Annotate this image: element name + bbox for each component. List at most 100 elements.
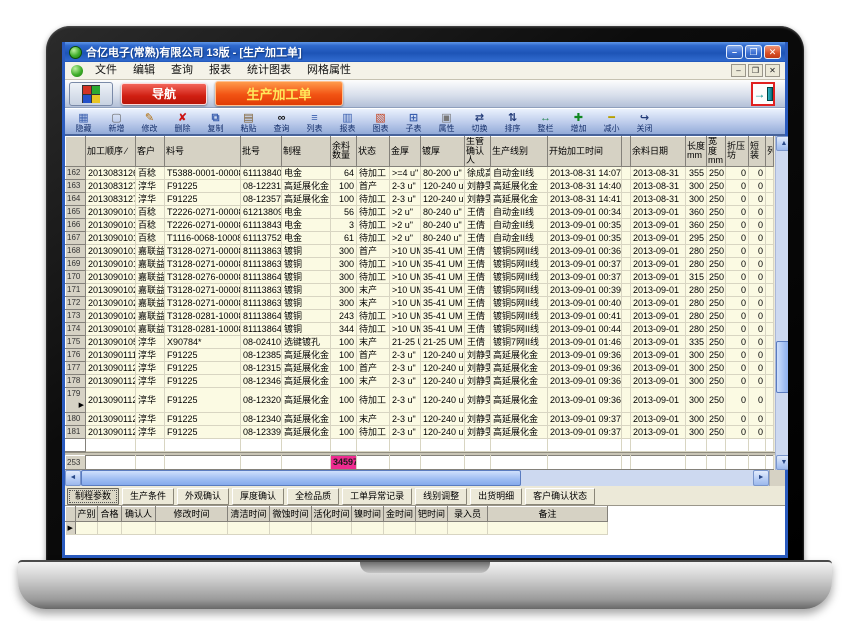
cell-start-time[interactable]: 2013-09-01 00:37:13 xyxy=(548,257,622,270)
cell-status[interactable]: 待加工 xyxy=(357,425,390,438)
cell-date[interactable]: 2013-09-01 xyxy=(631,425,686,438)
table-row[interactable]: 181 20130901126 淳华 F91225 08-12339 高延展化金… xyxy=(66,425,774,438)
toolbar-button[interactable]: ✘ 删除 xyxy=(166,110,199,136)
cell-lot-no[interactable]: 8111386324 xyxy=(241,296,282,309)
cell-plating-thickness[interactable]: 21-25 UM xyxy=(421,335,465,348)
cell-cut[interactable] xyxy=(766,335,774,348)
cell-short[interactable]: 0 xyxy=(749,335,766,348)
row-number-cell[interactable]: 170 xyxy=(66,270,86,283)
cell-fold[interactable]: 0 xyxy=(726,244,749,257)
cell-process[interactable]: 镀铜 xyxy=(282,283,331,296)
cell-qty[interactable]: 100 xyxy=(331,335,357,348)
cell-width[interactable]: 250 xyxy=(707,283,726,296)
cell-line[interactable]: 镀铜5网II线 xyxy=(491,257,548,270)
cell-lot-no[interactable]: 8111386486 xyxy=(241,322,282,335)
cell-short[interactable]: 0 xyxy=(749,218,766,231)
cell-gold-thickness[interactable]: >10 UM xyxy=(390,244,421,257)
detail-tab[interactable]: 线别调整 xyxy=(415,488,467,505)
cell-plating-thickness[interactable]: 35-41 UM xyxy=(421,296,465,309)
toolbar-button[interactable]: ━ 减小 xyxy=(595,110,628,136)
cell-hidden[interactable] xyxy=(622,179,631,192)
table-row[interactable]: 163 20130831278 淳华 F91225 08-12231 高延展化金… xyxy=(66,179,774,192)
cell-gold-thickness[interactable]: 2-3 u" xyxy=(390,374,421,387)
toolbar-button[interactable]: ▤ 粘贴 xyxy=(232,110,265,136)
detail-tab[interactable]: 出货明细 xyxy=(470,488,522,505)
toolbar-button[interactable]: ∞ 查询 xyxy=(265,110,298,136)
cell-confirmer[interactable]: 刘静雯 xyxy=(465,179,491,192)
cell-lot-no[interactable]: 8111386325 xyxy=(241,244,282,257)
cell-start-time[interactable]: 2013-09-01 09:37:19 xyxy=(548,412,622,425)
column-header[interactable]: 生产线别 xyxy=(491,137,548,167)
cell-lot-no[interactable]: 6121380926 xyxy=(241,205,282,218)
cell-status[interactable]: 待加工 xyxy=(357,192,390,205)
cell-qty[interactable]: 64 xyxy=(331,166,357,179)
cell-part-no[interactable]: F91225 xyxy=(165,387,241,412)
table-row[interactable]: 174 20130901031 嘉联益 T3128-0281-1000811 8… xyxy=(66,322,774,335)
cell-status[interactable]: 首产 xyxy=(357,244,390,257)
cell-part-no[interactable]: T5388-0001-0000811 xyxy=(165,166,241,179)
toolbar-button[interactable]: ▥ 报表 xyxy=(331,110,364,136)
cell-customer[interactable]: 淳华 xyxy=(136,361,165,374)
mdi-close-button[interactable]: ✕ xyxy=(765,64,780,77)
cell-cut[interactable] xyxy=(766,257,774,270)
cell-seq[interactable]: 20130901015 xyxy=(86,231,136,244)
cell-customer[interactable]: 嘉联益 xyxy=(136,322,165,335)
cell-short[interactable]: 0 xyxy=(749,387,766,412)
cell-plating-thickness[interactable]: 35-41 UM xyxy=(421,270,465,283)
toolbar-button[interactable]: ▦ 隐藏 xyxy=(67,110,100,136)
cell-line[interactable]: 高延展化金 xyxy=(491,412,548,425)
cell-qty[interactable]: 100 xyxy=(331,412,357,425)
menu-item[interactable]: 网格属性 xyxy=(299,62,359,79)
cell-qty[interactable]: 61 xyxy=(331,231,357,244)
detail-column-header[interactable]: 合格 xyxy=(98,506,122,521)
cell-cut[interactable] xyxy=(766,348,774,361)
cell-confirmer[interactable]: 刘静雯 xyxy=(465,425,491,438)
cell-length[interactable]: 280 xyxy=(686,309,707,322)
cell-length[interactable]: 300 xyxy=(686,361,707,374)
cell-part-no[interactable]: T3128-0281-1000811 xyxy=(165,322,241,335)
cell-short[interactable]: 0 xyxy=(749,283,766,296)
cell-customer[interactable]: 淳华 xyxy=(136,374,165,387)
toolbar-button[interactable]: ⧉ 复制 xyxy=(199,110,232,136)
column-header[interactable]: 短装 xyxy=(749,137,766,167)
cell-qty[interactable]: 300 xyxy=(331,270,357,283)
column-header[interactable]: 开始加工时间 xyxy=(548,137,622,167)
table-row[interactable]: 177 20130901120 淳华 F91225 08-12315 高延展化金… xyxy=(66,361,774,374)
table-row[interactable]: 164 20130831279 淳华 F91225 08-12357 高延展化金… xyxy=(66,192,774,205)
cell-start-time[interactable]: 2013-09-01 00:41:21 xyxy=(548,309,622,322)
cell-line[interactable]: 自动金II线 xyxy=(491,231,548,244)
cell-part-no[interactable]: T3128-0276-0000811 xyxy=(165,270,241,283)
cell-gold-thickness[interactable]: >10 UM xyxy=(390,296,421,309)
row-number-cell[interactable]: 178 xyxy=(66,374,86,387)
cell-confirmer[interactable]: 王倩 xyxy=(465,231,491,244)
toolbar-button[interactable]: ✚ 增加 xyxy=(562,110,595,136)
cell-short[interactable]: 0 xyxy=(749,257,766,270)
cell-confirmer[interactable]: 王倩 xyxy=(465,309,491,322)
row-number-cell[interactable]: 166 xyxy=(66,218,86,231)
cell-part-no[interactable]: F91225 xyxy=(165,412,241,425)
cell-process[interactable]: 电金 xyxy=(282,166,331,179)
cell-short[interactable]: 0 xyxy=(749,425,766,438)
cell-qty[interactable] xyxy=(331,438,357,451)
cell-lot-no[interactable]: 8111386413 xyxy=(241,270,282,283)
cell-customer[interactable]: 嘉联益 xyxy=(136,270,165,283)
horizontal-scrollbar[interactable]: ◄ ► xyxy=(65,470,769,486)
cell-hidden[interactable] xyxy=(622,296,631,309)
cell-part-no[interactable]: X90784* xyxy=(165,335,241,348)
table-row[interactable]: 171 20130901021 嘉联益 T3128-0271-0000811 8… xyxy=(66,283,774,296)
cell-length[interactable]: 300 xyxy=(686,374,707,387)
cell-hidden[interactable] xyxy=(622,192,631,205)
cell-part-no[interactable]: F91225 xyxy=(165,348,241,361)
cell-customer[interactable]: 嘉联益 xyxy=(136,244,165,257)
cell-part-no[interactable]: F91225 xyxy=(165,425,241,438)
detail-column-header[interactable]: 活化时间 xyxy=(312,506,352,521)
cell-process[interactable]: 高延展化金 xyxy=(282,412,331,425)
cell-cut[interactable] xyxy=(766,296,774,309)
detail-tab[interactable]: 制程参数 xyxy=(67,488,119,505)
cell-part-no[interactable]: T3128-0271-0000811 xyxy=(165,296,241,309)
cell-seq[interactable]: 20130831279 xyxy=(86,192,136,205)
row-number-cell[interactable]: 179▶ xyxy=(66,387,86,412)
cell-length[interactable]: 300 xyxy=(686,412,707,425)
cell-customer[interactable]: 百稔 xyxy=(136,205,165,218)
cell-confirmer[interactable]: 刘静雯 xyxy=(465,361,491,374)
